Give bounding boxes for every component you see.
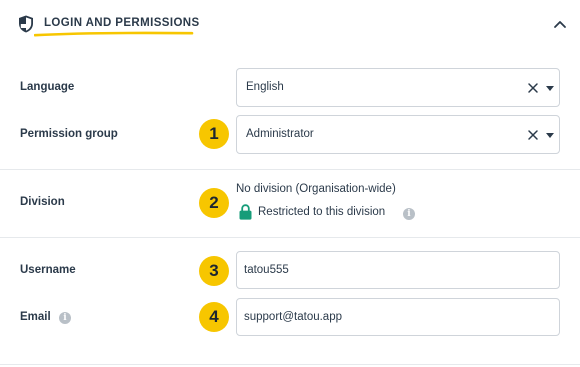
lock-icon (239, 204, 252, 220)
language-select[interactable]: English (236, 68, 560, 107)
divider (0, 364, 580, 365)
step-badge-2: 2 (199, 188, 229, 218)
username-label: Username (20, 264, 76, 276)
shield-icon (19, 15, 33, 33)
close-icon[interactable] (527, 82, 539, 94)
divider (0, 169, 580, 170)
username-value: tatou555 (244, 264, 289, 276)
section-header: LOGIN AND PERMISSIONS (0, 0, 580, 50)
section-title: LOGIN AND PERMISSIONS (44, 17, 200, 29)
email-input[interactable]: support@tatou.app (236, 298, 560, 336)
language-value: English (246, 81, 284, 93)
step-badge-4: 4 (199, 302, 229, 332)
username-input[interactable]: tatou555 (236, 251, 560, 289)
title-underline (34, 31, 194, 37)
info-icon[interactable]: i (59, 312, 71, 324)
email-value: support@tatou.app (244, 311, 342, 323)
restricted-text: Restricted to this division (258, 206, 386, 218)
language-label: Language (20, 81, 75, 93)
caret-down-icon[interactable] (546, 86, 554, 91)
info-icon[interactable]: i (403, 208, 415, 220)
permission-group-label: Permission group (20, 128, 118, 140)
step-badge-1: 1 (199, 119, 229, 149)
caret-down-icon[interactable] (546, 133, 554, 138)
step-badge-3: 3 (199, 256, 229, 286)
permission-group-select[interactable]: Administrator (236, 115, 560, 154)
division-value: No division (Organisation-wide) (236, 183, 396, 195)
division-label: Division (20, 196, 65, 208)
email-label: Email (20, 311, 51, 323)
close-icon[interactable] (527, 129, 539, 141)
permission-group-value: Administrator (246, 128, 314, 140)
divider (0, 237, 580, 238)
chevron-up-icon[interactable] (553, 19, 567, 29)
